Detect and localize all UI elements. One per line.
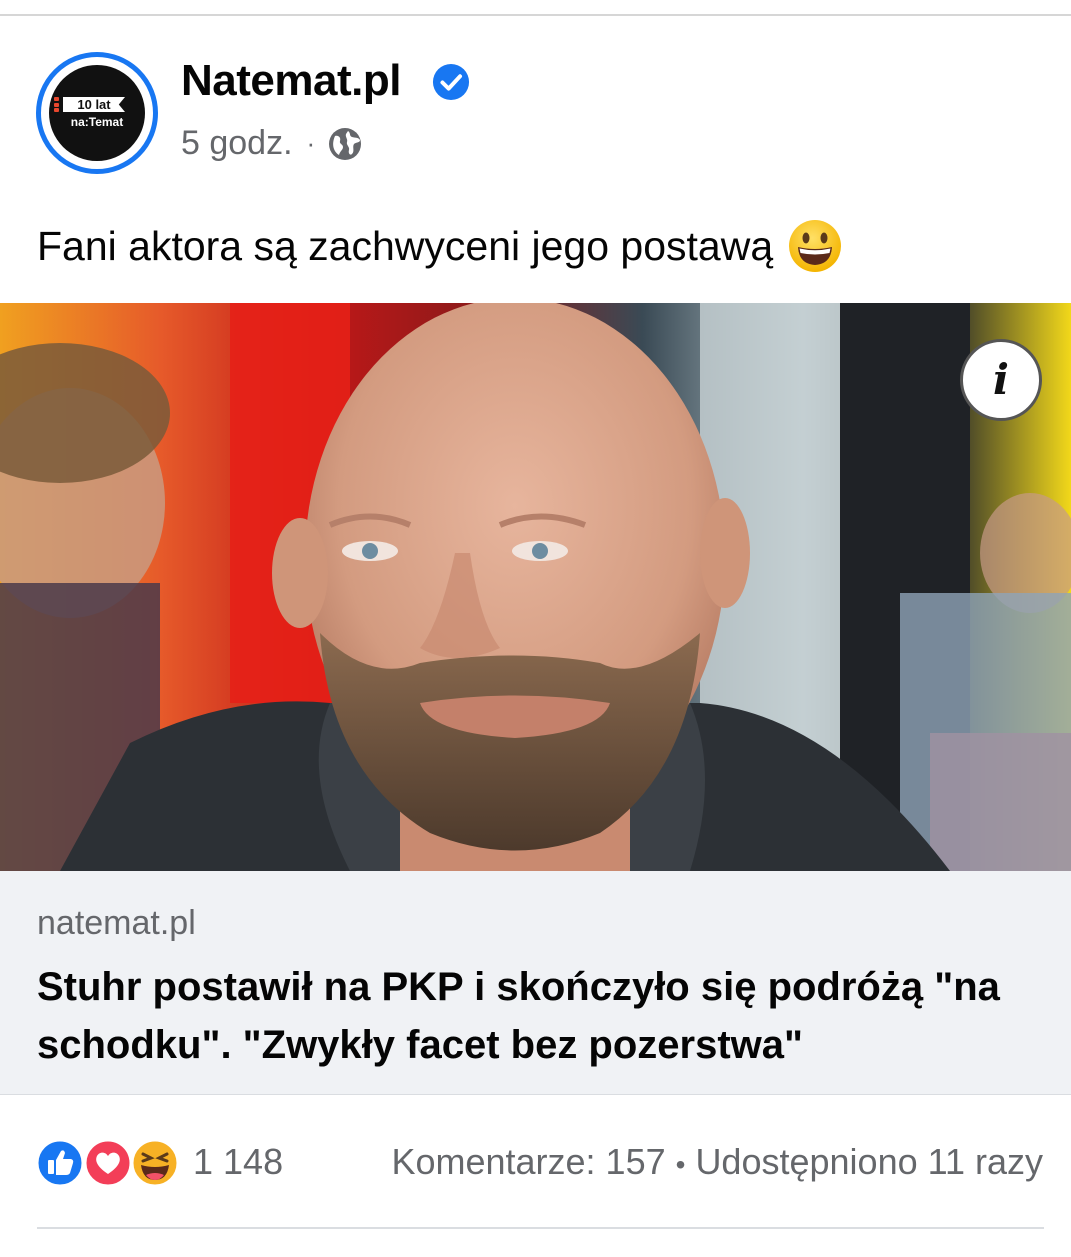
reaction-count[interactable]: 1 148 <box>193 1141 283 1183</box>
shares-count[interactable]: Udostępniono 11 razy <box>695 1141 1043 1182</box>
logo-dots <box>54 97 59 112</box>
haha-icon <box>130 1138 180 1188</box>
post-meta: 5 godz. · <box>181 124 363 163</box>
link-domain: natemat.pl <box>37 904 196 942</box>
like-icon <box>35 1138 85 1188</box>
logo-badge-text: 10 lat <box>63 97 125 112</box>
link-preview[interactable]: natemat.pl Stuhr postawił na PKP i skońc… <box>0 871 1071 1095</box>
avatar-logo: 10 lat na:Temat <box>49 65 145 161</box>
love-icon <box>83 1138 133 1188</box>
meta-separator: · <box>306 128 316 158</box>
globe-icon <box>329 127 362 160</box>
page-avatar[interactable]: 10 lat na:Temat <box>36 52 158 174</box>
post-stats: Komentarze: 157 • Udostępniono 11 razy <box>391 1141 1043 1183</box>
post-photo[interactable] <box>0 303 1071 871</box>
logo-sub-text: na:Temat <box>70 115 124 129</box>
verified-badge-icon <box>432 63 470 101</box>
bottom-divider <box>37 1227 1044 1229</box>
stats-separator: • <box>675 1149 686 1180</box>
post-caption: Fani aktora są zachwyceni jego postawą <box>37 218 843 274</box>
photo-illustration <box>0 303 1071 871</box>
grinning-face-icon <box>789 220 842 272</box>
comments-count[interactable]: Komentarze: 157 <box>391 1141 665 1182</box>
caption-text: Fani aktora są zachwyceni jego postawą <box>37 222 774 269</box>
page-name-link[interactable]: Natemat.pl <box>181 56 401 106</box>
info-icon[interactable]: i <box>960 339 1042 421</box>
reaction-icons[interactable] <box>35 1138 185 1188</box>
top-divider <box>0 14 1071 16</box>
link-title[interactable]: Stuhr postawił na PKP i skończyło się po… <box>37 958 1052 1074</box>
post-timestamp[interactable]: 5 godz. <box>181 124 293 163</box>
